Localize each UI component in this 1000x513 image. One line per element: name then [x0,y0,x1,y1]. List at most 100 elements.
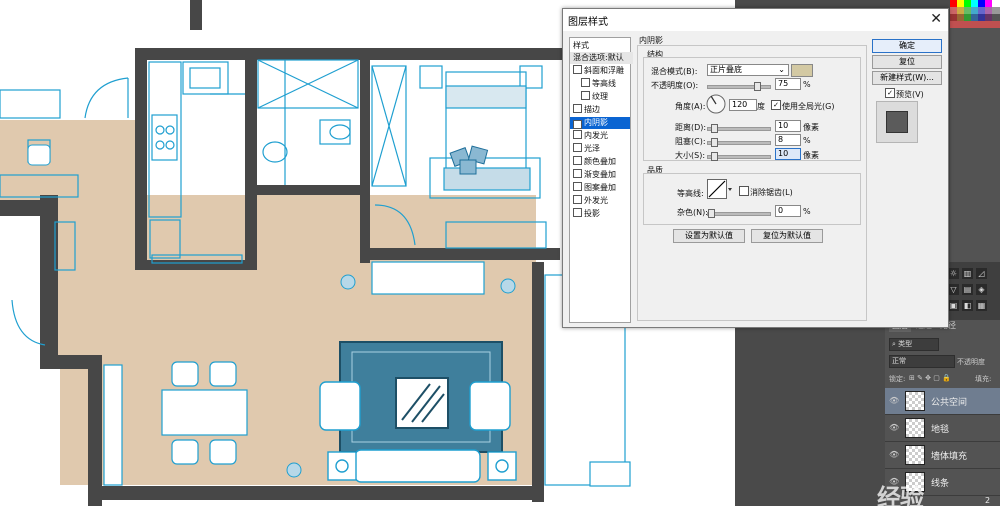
checkbox-icon[interactable] [573,156,582,165]
blend-options-item[interactable]: 混合选项:默认 [570,52,633,64]
slider-knob[interactable] [711,124,718,133]
noise-input[interactable]: 0 [775,205,801,217]
new-style-button[interactable]: 新建样式(W)... [872,71,942,85]
chevron-down-icon: ⌄ [778,65,785,74]
style-item-texture[interactable]: 纹理 [570,91,638,103]
distance-label: 距离(D): [675,123,707,132]
style-item-bevel-emboss[interactable]: 斜面和浮雕 [570,65,630,77]
noise-slider[interactable] [707,209,771,218]
reset-default-button[interactable]: 复位为默认值 [751,229,823,243]
checkbox-icon[interactable] [573,65,582,74]
color-balance-icon[interactable]: ◈ [976,284,987,295]
checkbox-icon[interactable] [573,104,582,113]
inner-shadow-settings: 内阴影 结构 混合模式(B): 正片叠底 ⌄ 不透明度(O): 75 % 角度(… [637,36,867,321]
checkbox-icon[interactable] [581,91,590,100]
watermark: 经验 [877,484,924,512]
style-item-inner-shadow[interactable]: ✓ 内阴影 [570,117,630,129]
contour-preview-icon[interactable] [707,179,733,199]
style-item-color-overlay[interactable]: 颜色叠加 [570,156,630,168]
ok-button[interactable]: 确定 [872,39,942,53]
layer-name: 地毯 [931,425,950,435]
vibrance-icon[interactable]: ▽ [948,284,959,295]
opacity-input[interactable]: 75 [775,78,801,90]
checkbox-checked-icon[interactable]: ✓ [771,100,781,110]
partial-layer-suffix: 2 [985,496,991,505]
style-item-label: 内阴影 [584,118,608,127]
style-item-pattern-overlay[interactable]: 图案叠加 [570,182,630,194]
angle-unit: 度 [757,102,765,111]
checkbox-checked-icon[interactable]: ✓ [885,88,895,98]
style-item-inner-glow[interactable]: 内发光 [570,130,630,142]
style-item-outer-glow[interactable]: 外发光 [570,195,630,207]
choke-input[interactable]: 8 [775,134,801,146]
checkbox-icon[interactable] [739,186,749,196]
dialog-title: 图层样式 [568,17,608,28]
slider-knob[interactable] [711,152,718,161]
opacity-slider[interactable] [707,82,771,91]
checkbox-icon[interactable] [573,169,582,178]
checkbox-icon[interactable] [573,195,582,204]
photo-filter-icon[interactable]: ▣ [948,300,959,311]
lock-icons[interactable]: ⊞ ✎ ✥ ▢ 🔒 [909,374,951,382]
eye-icon[interactable]: 👁 [889,424,899,432]
layer-thumbnail [905,445,925,465]
layer-name: 线条 [931,479,950,489]
style-item-label: 斜面和浮雕 [584,66,624,75]
outside-left [0,360,60,506]
slider-knob[interactable] [754,82,761,91]
style-item-label: 纹理 [592,92,608,101]
layer-row[interactable]: 👁 墙体填充 [885,442,1000,469]
style-item-drop-shadow[interactable]: 投影 [570,208,630,220]
style-item-label: 图案叠加 [584,183,616,192]
preview-label: 预览(V) [896,90,924,99]
style-preview-square [886,111,908,133]
curves-icon[interactable]: ◿ [976,268,987,279]
checkbox-icon[interactable] [581,78,590,87]
set-default-button[interactable]: 设置为默认值 [673,229,745,243]
reset-button[interactable]: 复位 [872,55,942,69]
layer-style-dialog: 图层样式 ✕ 样式 混合选项:默认 斜面和浮雕 等高线 纹理 描边 ✓ 内阴影 内… [562,8,949,328]
kind-filter-text: 类型 [898,340,913,348]
levels-icon[interactable]: ▥ [962,268,973,279]
distance-input[interactable]: 10 [775,120,801,132]
size-label: 大小(S): [675,151,706,160]
invert-icon[interactable]: ◧ [962,300,973,311]
close-icon[interactable]: ✕ [930,11,942,27]
layer-row[interactable]: 👁 公共空间 [885,388,1000,415]
angle-input[interactable]: 120 [729,99,757,111]
slider-knob[interactable] [708,209,715,218]
angle-dial-icon[interactable] [705,93,727,115]
eye-icon[interactable]: 👁 [889,397,899,405]
checkbox-icon[interactable] [573,182,582,191]
style-item-satin[interactable]: 光泽 [570,143,630,155]
swatches-panel[interactable] [950,0,1000,28]
adjustment-tools: ☼ ▥ ◿ ▽ ▤ ◈ ▣ ◧ ▦ [945,262,1000,320]
shadow-color-swatch[interactable] [791,64,813,77]
layer-thumbnail [905,418,925,438]
hue-icon[interactable]: ▤ [962,284,973,295]
eye-icon[interactable]: 👁 [889,451,899,459]
dialog-titlebar[interactable]: 图层样式 ✕ [563,9,948,31]
layer-row[interactable]: 👁 地毯 [885,415,1000,442]
brightness-icon[interactable]: ☼ [948,268,959,279]
style-list: 样式 混合选项:默认 斜面和浮雕 等高线 纹理 描边 ✓ 内阴影 内发光 光泽 颜… [569,37,633,323]
layer-blend-mode-select[interactable]: 正常 [889,355,955,368]
distance-slider[interactable] [707,124,771,133]
style-item-gradient-overlay[interactable]: 渐变叠加 [570,169,630,181]
blend-mode-select[interactable]: 正片叠底 ⌄ [707,64,789,76]
checkbox-icon[interactable] [573,130,582,139]
choke-slider[interactable] [707,138,771,147]
layer-kind-filter[interactable]: ⌕ 类型 [889,338,939,351]
blend-mode-label: 混合模式(B): [651,67,698,76]
style-item-stroke[interactable]: 描边 [570,104,630,116]
checkbox-checked-icon[interactable]: ✓ [573,120,582,129]
checkbox-icon[interactable] [573,143,582,152]
size-input[interactable]: 10 [775,148,801,160]
style-item-label: 等高线 [592,79,616,88]
gradient-map-icon[interactable]: ▦ [976,300,987,311]
size-slider[interactable] [707,152,771,161]
slider-knob[interactable] [711,138,718,147]
style-item-contour[interactable]: 等高线 [570,78,638,90]
checkbox-icon[interactable] [573,208,582,217]
quality-group [643,173,861,225]
